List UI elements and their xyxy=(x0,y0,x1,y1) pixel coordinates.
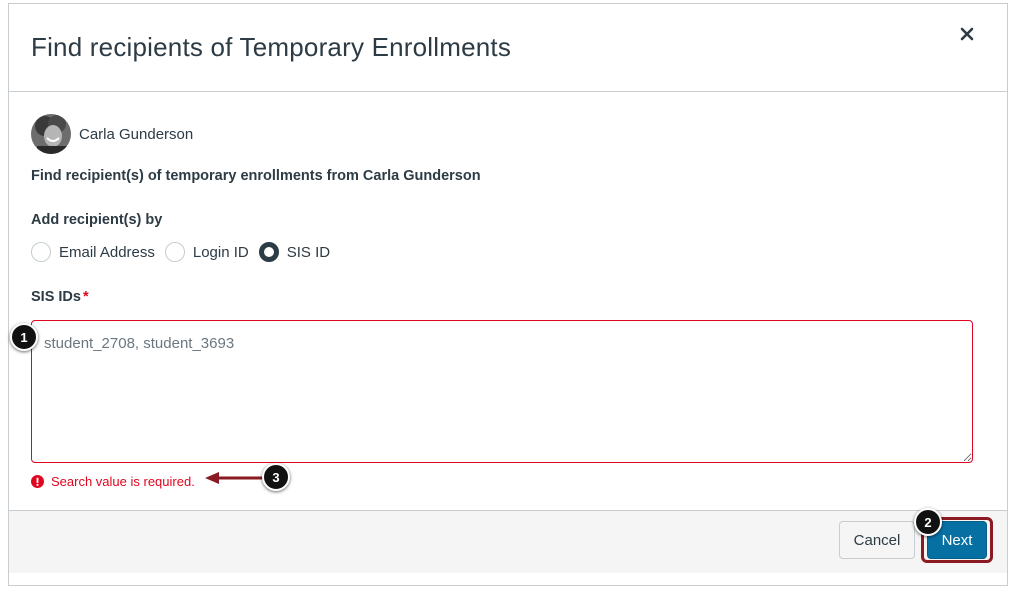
error-message: Search value is required. xyxy=(31,472,195,490)
modal-title: Find recipients of Temporary Enrollments xyxy=(31,32,512,62)
arrow-icon xyxy=(205,472,263,484)
user-name: Carla Gunderson xyxy=(79,125,194,143)
instruction-text: Find recipient(s) of temporary enrollmen… xyxy=(31,168,481,184)
modal-footer: Cancel Next xyxy=(9,510,1007,573)
error-text: Search value is required. xyxy=(51,473,195,489)
callout-3: 3 xyxy=(262,463,290,491)
radio-button[interactable] xyxy=(164,242,185,262)
sis-ids-field-wrapper xyxy=(31,320,973,463)
sis-ids-label: SIS IDs * xyxy=(31,289,89,305)
callout-1: 1 xyxy=(10,323,38,351)
required-marker: * xyxy=(82,289,89,305)
radio-label: Email Address xyxy=(59,243,155,261)
sis-ids-label-text: SIS IDs xyxy=(31,289,81,305)
radio-button-selected[interactable] xyxy=(258,242,279,262)
callout-2: 2 xyxy=(914,508,942,536)
recipient-type-radio-group: Email Address Login ID SIS ID xyxy=(31,240,340,264)
warning-icon xyxy=(31,474,44,488)
add-recipients-by-label: Add recipient(s) by xyxy=(31,212,163,228)
close-button[interactable] xyxy=(955,22,979,46)
user-row: Carla Gunderson xyxy=(31,114,193,154)
cancel-button[interactable]: Cancel xyxy=(839,521,915,559)
radio-login-id[interactable]: Login ID xyxy=(164,242,249,262)
radio-button[interactable] xyxy=(31,242,51,262)
radio-sis-id[interactable]: SIS ID xyxy=(258,242,331,262)
radio-label: SIS ID xyxy=(286,243,331,261)
temporary-enrollments-modal: Find recipients of Temporary Enrollments… xyxy=(8,3,1008,586)
radio-label: Login ID xyxy=(192,243,249,261)
modal-header: Find recipients of Temporary Enrollments xyxy=(9,4,1007,92)
radio-email-address[interactable]: Email Address xyxy=(31,242,155,262)
sis-ids-textarea[interactable] xyxy=(31,320,973,463)
close-icon xyxy=(960,27,974,41)
avatar xyxy=(31,114,71,154)
